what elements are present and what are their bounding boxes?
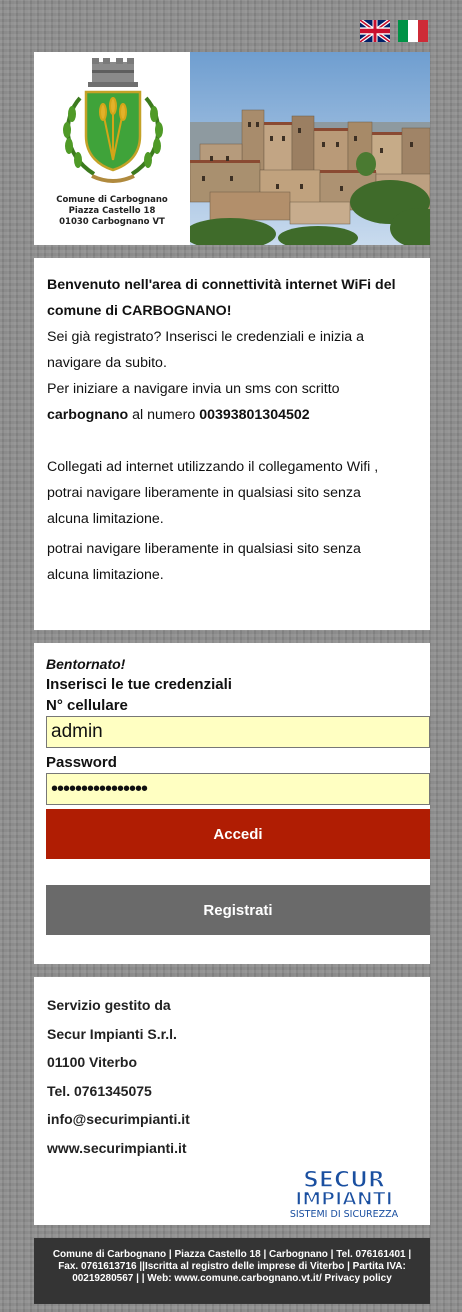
register-button[interactable]: Registrati: [46, 885, 430, 935]
text-line: Collegati ad internet utilizzando il col…: [47, 459, 379, 475]
town-photo: [190, 52, 430, 245]
text-line: al numero: [128, 407, 200, 423]
welcome-back-text: Bentornato!: [46, 656, 126, 672]
company-info-card: Servizio gestito da Secur Impianti S.r.l…: [34, 977, 430, 1225]
company-email-link[interactable]: info@securimpianti.it: [47, 1105, 417, 1134]
secur-impianti-logo: SECUR IMPIANTI SISTEMI DI SICUREZZA: [266, 1167, 422, 1219]
logo-tagline: SISTEMI DI SICUREZZA: [290, 1209, 399, 1219]
company-name: Secur Impianti S.r.l.: [47, 1025, 177, 1042]
company-phone: Tel. 0761345075: [47, 1082, 152, 1099]
welcome-title-line: comune di CARBOGNANO!: [47, 303, 232, 319]
login-button[interactable]: Accedi: [46, 809, 430, 859]
uk-flag-icon[interactable]: [360, 20, 390, 42]
company-website-link[interactable]: www.securimpianti.it: [47, 1134, 417, 1163]
welcome-wifi-info: Collegati ad internet utilizzando il col…: [47, 454, 416, 532]
footer-line: Fax. 0761613716 ||Iscritta al registro d…: [58, 1261, 406, 1272]
credentials-instruction: Inserisci le tue credenziali: [46, 676, 232, 693]
welcome-title-line: Benvenuto nell'area di connettività inte…: [47, 277, 396, 293]
company-city: 01100 Viterbo: [47, 1054, 138, 1070]
phone-input[interactable]: admin: [46, 716, 430, 748]
text-line: Per iniziare a navigare invia un sms con…: [47, 381, 340, 397]
sms-keyword: carbognano: [47, 407, 129, 423]
sms-number: 00393801304502: [199, 407, 310, 423]
municipality-address: Comune di Carbognano Piazza Castello 18 …: [56, 195, 168, 227]
text-line: alcuna limitazione.: [47, 567, 164, 583]
footer-line[interactable]: 00219280567 | | Web: www.comune.carbogna…: [34, 1273, 430, 1285]
service-managed-by: Servizio gestito da: [47, 997, 171, 1013]
page-footer: Comune di Carbognano | Piazza Castello 1…: [34, 1238, 430, 1304]
text-line: potrai navigare liberamente in qualsiasi…: [47, 541, 361, 557]
welcome-wifi-info-repeat: potrai navigare liberamente in qualsiasi…: [47, 536, 416, 588]
welcome-card: Benvenuto nell'area di connettività inte…: [34, 258, 430, 630]
text-line: potrai navigare liberamente in qualsiasi…: [47, 485, 361, 501]
welcome-sms-hint: Per iniziare a navigare invia un sms con…: [47, 376, 416, 428]
welcome-title: Benvenuto nell'area di connettività inte…: [47, 272, 416, 324]
password-label: Password: [46, 754, 117, 771]
logo-word-impianti: IMPIANTI: [295, 1188, 393, 1210]
municipality-crest-panel: Comune di Carbognano Piazza Castello 18 …: [34, 52, 190, 245]
welcome-login-hint: Sei già registrato? Inserisci le credenz…: [47, 324, 416, 376]
italy-flag-icon[interactable]: [398, 20, 428, 42]
header-banner: Comune di Carbognano Piazza Castello 18 …: [34, 52, 430, 245]
text-line: Sei già registrato? Inserisci le credenz…: [47, 329, 365, 345]
language-selector: [360, 20, 428, 42]
footer-line: Comune di Carbognano | Piazza Castello 1…: [52, 1249, 412, 1260]
login-card: Bentornato! Inserisci le tue credenziali…: [34, 643, 430, 964]
phone-label: N° cellulare: [46, 697, 128, 714]
text-line: navigare da subito.: [47, 355, 167, 371]
password-input[interactable]: ••••••••••••••••: [46, 773, 430, 805]
text-line: alcuna limitazione.: [47, 511, 164, 527]
coat-of-arms-icon: [63, 58, 163, 183]
